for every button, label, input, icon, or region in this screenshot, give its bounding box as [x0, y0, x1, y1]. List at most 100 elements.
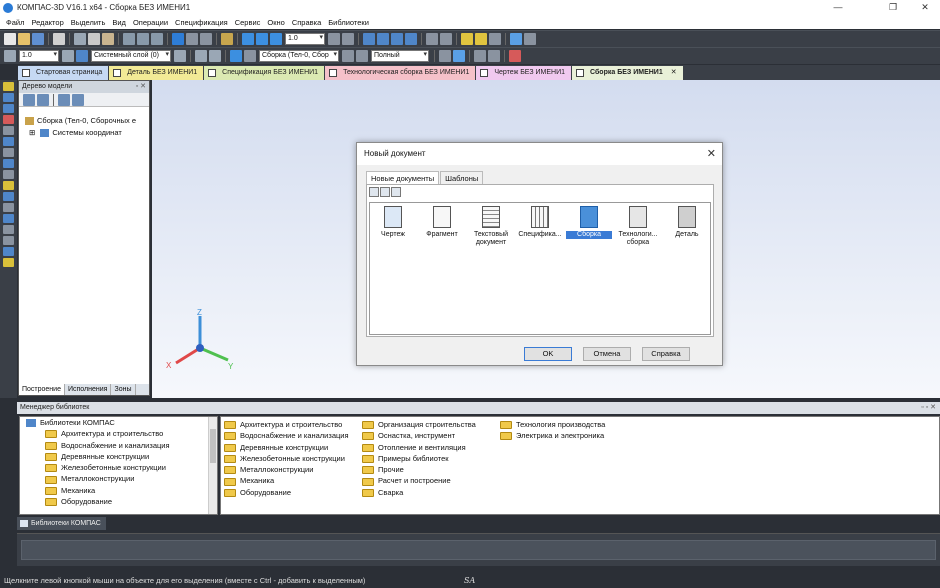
layer-combo[interactable]: Системный слой (0) — [91, 50, 171, 62]
library-folder[interactable]: Сварка — [362, 487, 476, 498]
markup-icon[interactable] — [509, 50, 521, 62]
variable-tool-icon[interactable] — [3, 258, 14, 267]
library-folder[interactable]: Железобетонные конструкции — [224, 453, 349, 464]
menu-window[interactable]: Окно — [267, 18, 284, 27]
tree-coordinate-systems[interactable]: ⊞ Системы координат — [19, 127, 149, 139]
filter-icon[interactable] — [440, 33, 452, 45]
library-root[interactable]: Библиотеки КОМПАС — [20, 417, 217, 428]
open-icon[interactable] — [18, 33, 30, 45]
library-folder[interactable]: Оснастка, инструмент — [362, 430, 476, 441]
large-icons-icon[interactable] — [369, 187, 379, 197]
arrow-icon[interactable] — [230, 50, 242, 62]
menu-file[interactable]: Файл — [6, 18, 24, 27]
library-folder[interactable]: Отопление и вентиляция — [362, 442, 476, 453]
library-tree-item[interactable]: Архитектура и строительство — [20, 428, 217, 439]
tab-start-page[interactable]: Стартовая страница — [18, 66, 109, 80]
doc-drawing[interactable]: Чертеж — [370, 203, 416, 239]
help-button[interactable]: Справка — [642, 347, 690, 361]
report-icon[interactable] — [524, 33, 536, 45]
library-icon[interactable] — [137, 33, 149, 45]
doc-text[interactable]: Текстовый документ — [468, 203, 514, 247]
zoom-combo[interactable]: 1.0 — [285, 33, 325, 45]
library-tab[interactable]: Библиотеки КОМПАС — [17, 517, 106, 530]
rotate-icon[interactable] — [342, 33, 354, 45]
minimize-button[interactable]: — — [823, 0, 853, 15]
library-tree-item[interactable]: Железобетонные конструкции — [20, 462, 217, 473]
help-icon[interactable] — [221, 33, 233, 45]
folder-up-icon[interactable] — [209, 50, 221, 62]
geometry-icon[interactable] — [3, 137, 14, 146]
library-tree-item[interactable]: Механика — [20, 485, 217, 496]
orientation-icon[interactable] — [363, 33, 375, 45]
select-tool-icon[interactable] — [3, 247, 14, 256]
edit-icon[interactable] — [195, 50, 207, 62]
layer-settings-icon[interactable] — [174, 50, 186, 62]
tab-new-documents[interactable]: Новые документы — [366, 171, 440, 185]
layer-icon[interactable] — [76, 50, 88, 62]
menu-view[interactable]: Вид — [112, 18, 126, 27]
measure-icon[interactable] — [426, 33, 438, 45]
library-folder[interactable]: Водоснабжение и канализация — [224, 430, 349, 441]
scale-icon[interactable] — [62, 50, 74, 62]
close-window-button[interactable]: ✕ — [910, 0, 940, 15]
library-folder[interactable]: Прочие — [362, 464, 476, 475]
tab-specification[interactable]: Спецификация БЕЗ ИМЕНИ1 — [204, 66, 325, 80]
tab-part[interactable]: Деталь БЕЗ ИМЕНИ1 — [109, 66, 204, 80]
state-icon[interactable] — [4, 50, 16, 62]
view-mode-combo[interactable]: Полный — [371, 50, 429, 62]
pattern-icon[interactable] — [3, 159, 14, 168]
diagnostics-icon[interactable] — [3, 170, 14, 179]
tab-zones[interactable]: Зоны — [111, 384, 136, 395]
tree-list-icon[interactable] — [58, 93, 70, 106]
maximize-button[interactable]: ❐ — [878, 0, 908, 15]
menu-libraries[interactable]: Библиотеки — [328, 18, 369, 27]
edit-mode-icon[interactable] — [3, 82, 14, 91]
library-tree-scrollbar[interactable] — [208, 417, 217, 514]
section-icon[interactable] — [391, 33, 403, 45]
library-tree-item[interactable]: Оборудование — [20, 496, 217, 507]
tab-close-icon[interactable]: ✕ — [671, 69, 677, 76]
refresh-icon[interactable] — [242, 33, 254, 45]
menu-help[interactable]: Справка — [292, 18, 321, 27]
list-view-icon[interactable] — [391, 187, 401, 197]
paste-icon[interactable] — [102, 33, 114, 45]
properties-icon[interactable] — [123, 33, 135, 45]
doc-part[interactable]: Деталь — [664, 203, 710, 239]
snap-icon[interactable] — [439, 50, 451, 62]
scrollbar-thumb[interactable] — [210, 429, 216, 463]
menu-operations[interactable]: Операции — [133, 18, 168, 27]
component-combo[interactable]: Сборка (Тел-0, Сбор — [259, 50, 339, 62]
grid-icon[interactable] — [186, 33, 198, 45]
library-tree-item[interactable]: Металлоконструкции — [20, 473, 217, 484]
component-tree-icon[interactable] — [356, 50, 368, 62]
library-folder[interactable]: Технология производства — [500, 419, 605, 430]
variables-icon[interactable] — [151, 33, 163, 45]
library-folder[interactable]: Электрика и электроника — [500, 430, 605, 441]
tree-filter-icon[interactable] — [37, 93, 49, 106]
library-folder[interactable]: Деревянные конструкции — [224, 442, 349, 453]
zoom-in-icon[interactable] — [256, 33, 268, 45]
library-folder[interactable]: Металлоконструкции — [224, 464, 349, 475]
folder-icon[interactable] — [475, 33, 487, 45]
view-icon[interactable] — [377, 33, 389, 45]
tab-templates[interactable]: Шаблоны — [440, 171, 484, 185]
fx-icon[interactable] — [200, 33, 212, 45]
shade-icon[interactable] — [405, 33, 417, 45]
measure-tool-icon[interactable] — [3, 148, 14, 157]
ok-button[interactable]: OK — [524, 347, 572, 361]
doc-assembly[interactable]: Сборка — [566, 203, 612, 239]
small-icons-icon[interactable] — [380, 187, 390, 197]
tab-versions[interactable]: Исполнения — [65, 384, 112, 395]
menu-select[interactable]: Выделить — [71, 18, 106, 27]
constraint-icon[interactable] — [488, 50, 500, 62]
dialog-close-button[interactable]: ✕ — [707, 143, 716, 165]
tool-icon[interactable] — [3, 236, 14, 245]
mate-icon[interactable] — [3, 104, 14, 113]
tab-tech-assembly[interactable]: Технологическая сборка БЕЗ ИМЕНИ1 — [325, 66, 476, 80]
library-tree-item[interactable]: Деревянные конструкции — [20, 451, 217, 462]
axis-icon[interactable] — [474, 50, 486, 62]
cancel-button[interactable]: Отмена — [583, 347, 631, 361]
expand-icon[interactable]: ⊞ — [29, 128, 35, 137]
component-edit-icon[interactable] — [342, 50, 354, 62]
report-tool-icon[interactable] — [3, 192, 14, 201]
